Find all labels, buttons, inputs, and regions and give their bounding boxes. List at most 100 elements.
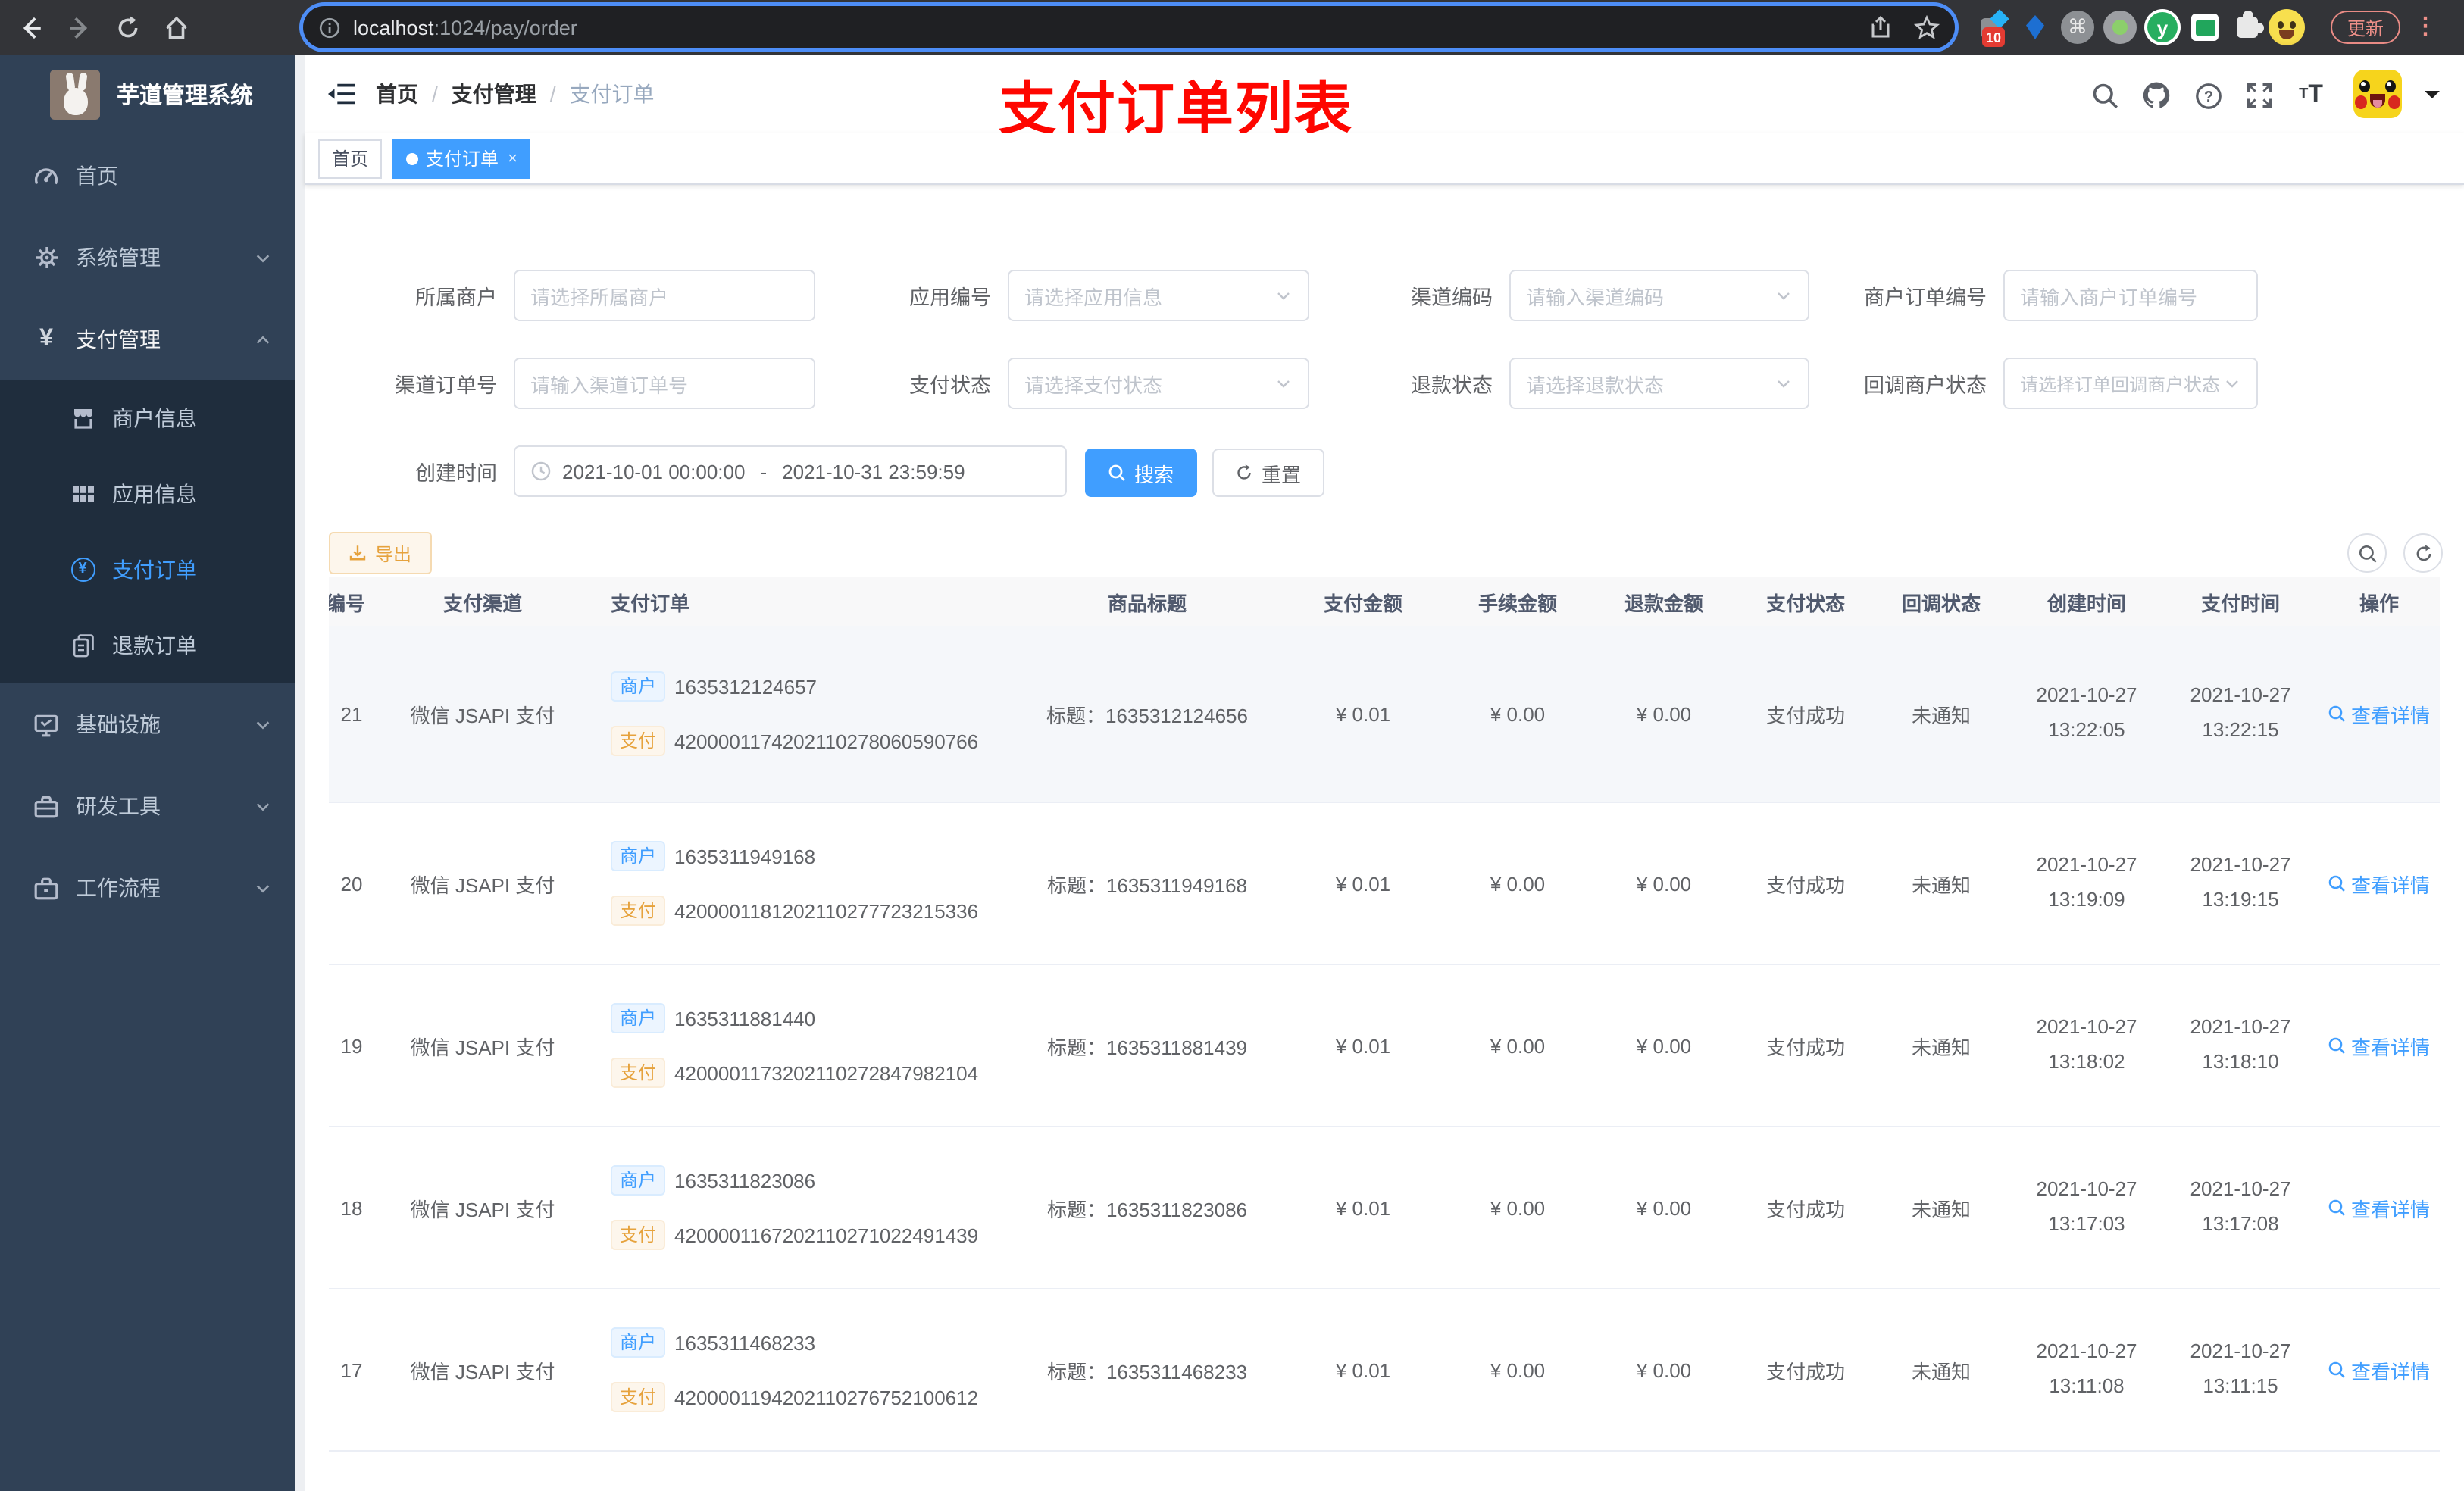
extension-chat-icon[interactable] (2185, 8, 2225, 47)
filter-refund-status: 退款状态 请选择退款状态 (1356, 358, 1809, 409)
view-detail-link[interactable]: 查看详情 (2328, 1355, 2430, 1384)
tag-home[interactable]: 首页 (318, 139, 383, 178)
info-icon[interactable] (318, 16, 341, 39)
payment-submenu: 商户信息 应用信息 ¥ 支付订单 退款订单 (0, 380, 295, 683)
home-icon[interactable] (158, 9, 194, 45)
help-icon[interactable]: ? (2193, 80, 2223, 111)
sidebar-item-payment[interactable]: ¥ 支付管理 (0, 299, 295, 380)
callback-status-select[interactable]: 请选择订单回调商户状态 (2003, 358, 2258, 409)
filter-merchant-order-no: 商户订单编号 请输入商户订单编号 (1820, 270, 2258, 321)
view-detail-link[interactable]: 查看详情 (2328, 699, 2430, 728)
tag-active-dot (406, 152, 419, 164)
table-row[interactable]: 19 微信 JSAPI 支付 商户 1635311881440 支付 4200001… (329, 965, 2440, 1127)
channel-code-select[interactable]: 请输入渠道编码 (1509, 270, 1809, 321)
sidebar-item-home[interactable]: 首页 (0, 135, 295, 217)
merchant-order-no-input[interactable]: 请输入商户订单编号 (2003, 270, 2258, 321)
table-refresh-button[interactable] (2403, 533, 2443, 573)
browser-toolbar: localhost:1024/pay/order 10 ⌘ y 更新 ⋮ (0, 0, 2464, 55)
sidebar-item-dev-tools[interactable]: 研发工具 (0, 765, 295, 847)
merchant-tag: 商户 (611, 671, 666, 702)
tag-close-icon[interactable]: × (508, 149, 518, 167)
page-content: 所属商户 请选择所属商户 应用编号 请选择应用信息 渠道编码 请输入渠道编码 商… (305, 239, 2464, 1491)
view-detail-link[interactable]: 查看详情 (2328, 869, 2430, 898)
toolbox-icon (33, 793, 59, 819)
monitor-icon (33, 711, 59, 737)
bookmark-star-icon[interactable] (1914, 14, 1940, 40)
export-button[interactable]: 导出 (329, 532, 432, 574)
chevron-down-icon (1775, 374, 1793, 392)
browser-menu-icon[interactable]: ⋮ (2414, 11, 2437, 44)
fullscreen-icon[interactable] (2244, 80, 2275, 111)
merchant-tag: 商户 (611, 1165, 666, 1196)
table-header-row: 编号 支付渠道 支付订单 商品标题 支付金额 手续金额 退款金额 支付状态 回调… (329, 577, 2440, 626)
sidebar-item-workflow[interactable]: 工作流程 (0, 847, 295, 929)
search-icon (2329, 875, 2346, 892)
view-detail-link[interactable]: 查看详情 (2328, 1031, 2430, 1060)
sidebar-item-refund-order[interactable]: 退款订单 (0, 608, 295, 683)
coin-icon: ¥ (70, 557, 95, 583)
app-select[interactable]: 请选择应用信息 (1008, 270, 1309, 321)
merchant-input[interactable]: 请选择所属商户 (514, 270, 815, 321)
table-search-toggle-button[interactable] (2347, 533, 2387, 573)
yen-icon: ¥ (39, 326, 53, 352)
sidebar-scrollbar[interactable] (295, 55, 305, 1491)
orders-table: 编号 支付渠道 支付订单 商品标题 支付金额 手续金额 退款金额 支付状态 回调… (329, 577, 2440, 1491)
chevron-down-icon (2223, 374, 2241, 392)
pay-tag: 支付 (611, 1382, 666, 1412)
sidebar-item-infrastructure[interactable]: 基础设施 (0, 683, 295, 765)
sidebar-fold-icon[interactable] (326, 79, 356, 109)
extensions-puzzle-icon[interactable] (2228, 8, 2267, 47)
back-icon[interactable] (12, 9, 48, 45)
app-title: 芋道管理系统 (117, 83, 254, 108)
header-search-icon[interactable] (2090, 80, 2120, 111)
search-actions: 搜索 重置 (1085, 447, 1324, 499)
table-row-partial[interactable]: 商户1635311251736 (329, 1452, 2440, 1491)
svg-text:?: ? (2203, 88, 2212, 105)
table-row[interactable]: 20 微信 JSAPI 支付 商户 1635311949168 支付 4200001… (329, 803, 2440, 965)
search-icon (2358, 544, 2376, 562)
extension-command-icon[interactable]: ⌘ (2058, 8, 2097, 47)
table-row[interactable]: 21 微信 JSAPI 支付 商户 1635312124657 支付 4200001… (329, 626, 2440, 803)
extension-record-icon[interactable] (2100, 8, 2140, 47)
breadcrumb-home[interactable]: 首页 (376, 79, 418, 109)
tag-pay-order[interactable]: 支付订单 × (392, 139, 531, 178)
reload-icon[interactable] (109, 9, 145, 45)
sidebar-item-app-info[interactable]: 应用信息 (0, 456, 295, 532)
search-icon (2329, 1037, 2346, 1054)
share-icon[interactable] (1868, 15, 1893, 39)
date-start: 2021-10-01 00:00:00 (562, 460, 746, 483)
extension-kite-icon[interactable] (2015, 8, 2055, 47)
browser-update-button[interactable]: 更新 (2330, 11, 2400, 44)
date-range-input[interactable]: 2021-10-01 00:00:00 - 2021-10-31 23:59:5… (514, 445, 1067, 497)
view-detail-link[interactable]: 查看详情 (2328, 1193, 2430, 1222)
pay-tag: 支付 (611, 896, 666, 926)
search-button[interactable]: 搜索 (1085, 449, 1197, 497)
font-size-icon[interactable]: TT (2296, 80, 2326, 111)
extension-y-app-icon[interactable]: y (2143, 8, 2182, 47)
sidebar-logo[interactable]: 芋道管理系统 (0, 55, 295, 133)
filter-create-time: 创建时间 2021-10-01 00:00:00 - 2021-10-31 23… (361, 445, 1067, 497)
sidebar-item-pay-order[interactable]: ¥ 支付订单 (0, 532, 295, 608)
forward-icon[interactable] (61, 9, 97, 45)
sidebar-item-merchant-info[interactable]: 商户信息 (0, 380, 295, 456)
sidebar: 芋道管理系统 首页 系统管理 ¥ 支付管理 商户信息 应用信息 ¥ 支付订单 退… (0, 55, 295, 1491)
channel-order-no-input[interactable]: 请输入渠道订单号 (514, 358, 815, 409)
github-icon[interactable] (2141, 80, 2172, 111)
gear-icon (33, 245, 59, 270)
screen: localhost:1024/pay/order 10 ⌘ y 更新 ⋮ 芋道… (0, 0, 2464, 1491)
avatar-caret-down-icon[interactable] (2425, 91, 2440, 106)
breadcrumb-payment[interactable]: 支付管理 (452, 79, 536, 109)
merchant-tag: 商户 (611, 1003, 666, 1033)
browser-profile-avatar[interactable] (2267, 8, 2306, 47)
reset-button[interactable]: 重置 (1212, 449, 1324, 497)
user-avatar[interactable] (2353, 70, 2402, 118)
url-bar[interactable]: localhost:1024/pay/order (303, 6, 1955, 48)
extension-badged-icon[interactable]: 10 (1970, 8, 2009, 47)
pay-tag: 支付 (611, 726, 666, 756)
table-row[interactable]: 18 微信 JSAPI 支付 商户 1635311823086 支付 4200001… (329, 1127, 2440, 1289)
refresh-icon (1238, 464, 1252, 480)
pay-status-select[interactable]: 请选择支付状态 (1008, 358, 1309, 409)
refund-status-select[interactable]: 请选择退款状态 (1509, 358, 1809, 409)
table-row[interactable]: 17 微信 JSAPI 支付 商户 1635311468233 支付 4200001… (329, 1289, 2440, 1452)
sidebar-item-system[interactable]: 系统管理 (0, 217, 295, 299)
